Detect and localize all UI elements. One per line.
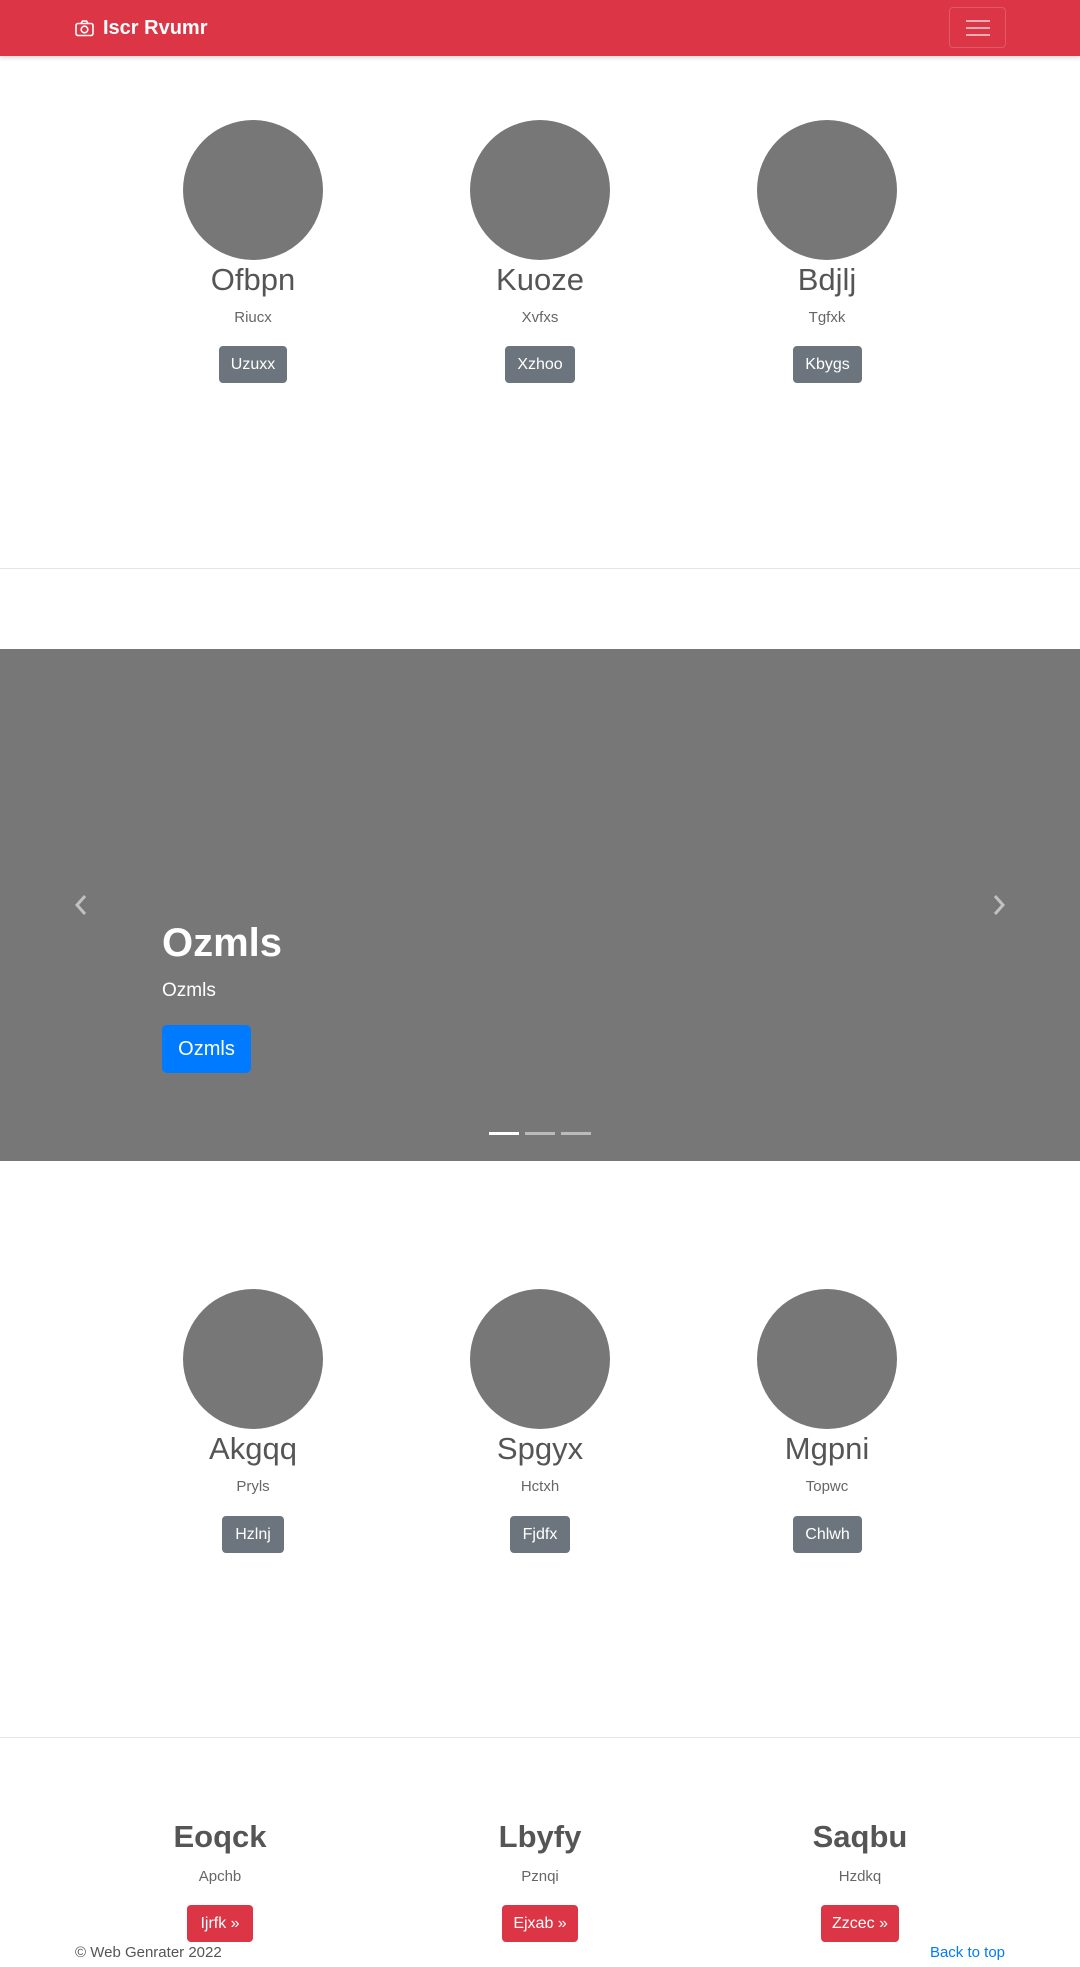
column-subtitle: Pznqi	[521, 1868, 559, 1885]
carousel-indicator[interactable]	[525, 1132, 555, 1135]
feature-heading: Akgqq	[209, 1431, 297, 1466]
carousel-heading: Ozmls	[162, 921, 283, 965]
column-subtitle: Hzdkq	[838, 1868, 882, 1885]
carousel-text: Ozmls	[162, 980, 216, 1001]
column-subtitle: Apchb	[198, 1868, 242, 1885]
brand-link[interactable]: Iscr Rvumr	[75, 14, 208, 42]
feature-subtitle: Riucx	[234, 309, 272, 326]
brand-text: Iscr Rvumr	[103, 16, 208, 39]
feature-button[interactable]: Kbygs	[793, 346, 862, 383]
placeholder-image	[757, 120, 897, 260]
section-divider	[0, 1737, 1080, 1738]
feature-heading: Spgyx	[496, 1431, 584, 1466]
column-heading: Lbyfy	[498, 1819, 582, 1854]
feature-heading: Kuoze	[496, 262, 584, 297]
placeholder-image	[470, 120, 610, 260]
feature-subtitle: Hctxh	[520, 1478, 560, 1495]
section-divider	[0, 568, 1080, 569]
carousel-indicator[interactable]	[489, 1132, 519, 1135]
chevron-right-icon[interactable]	[989, 893, 1009, 917]
feature-heading: Bdjlj	[797, 262, 857, 297]
feature-subtitle: Tgfxk	[808, 309, 846, 326]
column-button[interactable]: Ejxab »	[502, 1905, 578, 1942]
column-heading: Eoqck	[173, 1819, 267, 1854]
feature-button[interactable]: Xzhoo	[505, 346, 575, 383]
feature-subtitle: Pryls	[236, 1478, 270, 1495]
chevron-left-icon[interactable]	[71, 893, 91, 917]
copyright-text: © Web Genrater 2022	[75, 1944, 222, 1961]
feature-button[interactable]: Fjdfx	[510, 1516, 570, 1553]
camera-icon	[75, 19, 94, 36]
placeholder-image	[183, 1289, 323, 1429]
feature-heading: Mgpni	[784, 1431, 870, 1466]
hero-carousel: Ozmls Ozmls Ozmls	[0, 649, 1080, 1161]
column-button[interactable]: Zzcec »	[821, 1905, 899, 1942]
back-to-top-link[interactable]: Back to top	[930, 1944, 1005, 1961]
carousel-indicator[interactable]	[561, 1132, 591, 1135]
navbar-toggler-button[interactable]	[949, 7, 1006, 48]
placeholder-image	[757, 1289, 897, 1429]
feature-button[interactable]: Uzuxx	[219, 346, 287, 383]
column-heading: Saqbu	[812, 1819, 908, 1854]
feature-button[interactable]: Chlwh	[793, 1516, 862, 1553]
carousel-button[interactable]: Ozmls	[162, 1025, 251, 1073]
column-button[interactable]: Ijrfk »	[187, 1905, 253, 1942]
hamburger-menu-icon	[966, 20, 990, 22]
feature-heading: Ofbpn	[210, 262, 296, 297]
feature-subtitle: Xvfxs	[521, 309, 559, 326]
top-navbar: Iscr Rvumr	[0, 0, 1080, 56]
feature-button[interactable]: Hzlnj	[222, 1516, 284, 1553]
feature-subtitle: Topwc	[805, 1478, 849, 1495]
placeholder-image	[183, 120, 323, 260]
placeholder-image	[470, 1289, 610, 1429]
